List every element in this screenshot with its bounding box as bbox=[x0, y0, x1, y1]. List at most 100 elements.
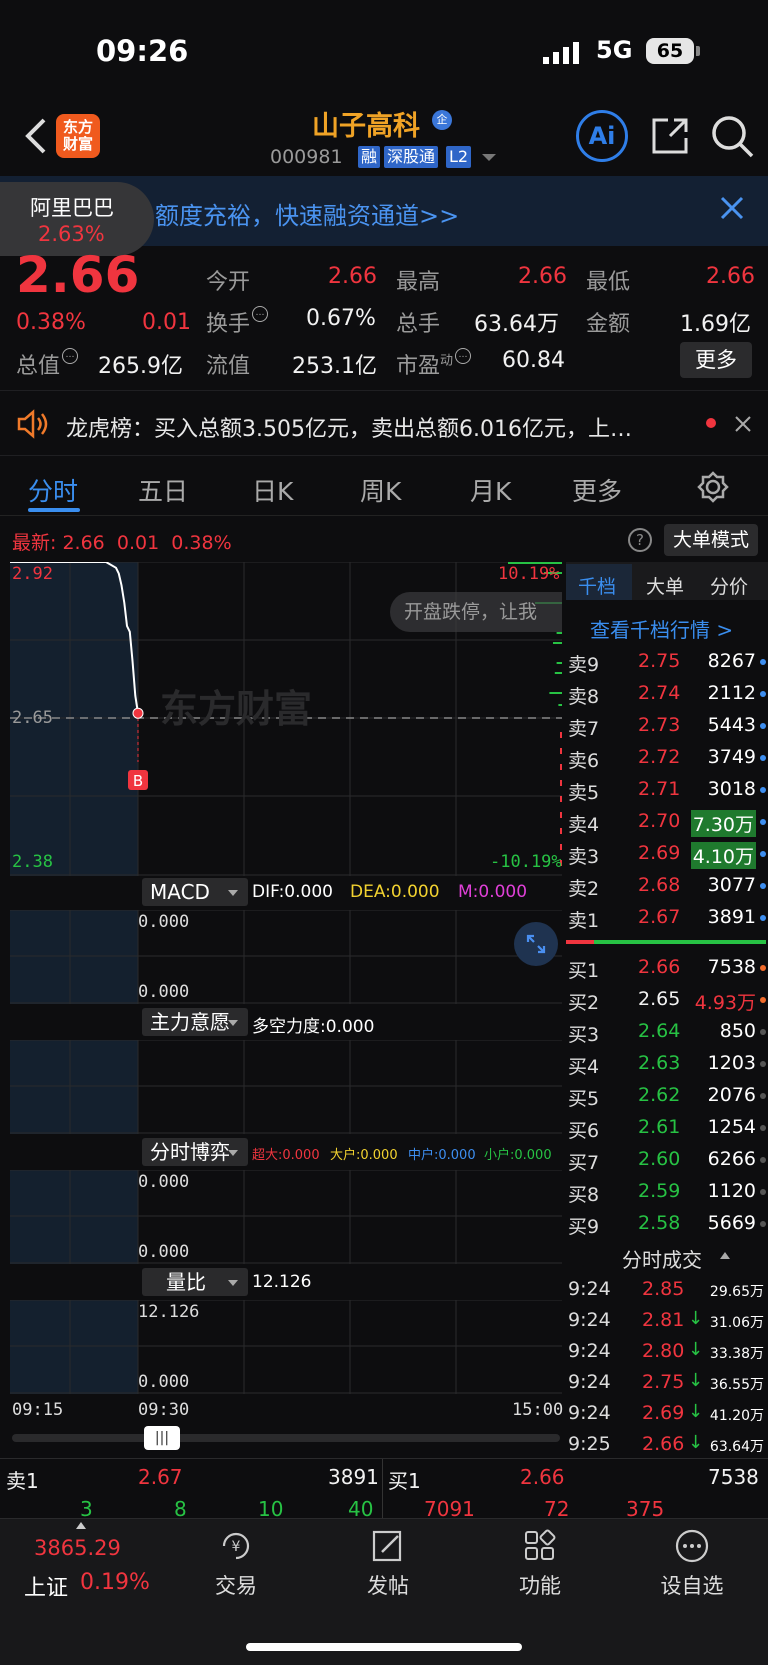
ask-row[interactable]: 卖7 2.73 5443 bbox=[566, 710, 768, 742]
trade-row: 9:24 2.81 ↓ 31.06万 bbox=[566, 1305, 768, 1336]
trades-title[interactable]: 分时成交 bbox=[622, 1244, 702, 1273]
scrollbar-handle[interactable]: ||| bbox=[144, 1426, 180, 1450]
bid-label: 买8 bbox=[568, 1184, 600, 1206]
trade-row: 9:24 2.75 ↓ 36.55万 bbox=[566, 1367, 768, 1398]
bid-row[interactable]: 买4 2.63 1203 bbox=[566, 1048, 768, 1080]
trade-volume: 36.55万 bbox=[709, 1377, 764, 1393]
depth-link[interactable]: 查看千档行情 > bbox=[590, 614, 733, 643]
dock-trade[interactable]: 交易 bbox=[186, 1570, 286, 1600]
dock-post[interactable]: 发帖 bbox=[338, 1570, 438, 1600]
chevron-up-icon[interactable] bbox=[76, 1522, 86, 1529]
game-selector[interactable]: 分时博弈 bbox=[142, 1138, 248, 1166]
chevron-up-icon[interactable] bbox=[720, 1252, 730, 1259]
depth-bar bbox=[560, 828, 562, 834]
ask-row[interactable]: 卖8 2.74 2112 bbox=[566, 678, 768, 710]
turnover-value: 0.67% bbox=[306, 306, 376, 331]
search-icon[interactable] bbox=[710, 114, 754, 158]
expand-button[interactable] bbox=[514, 922, 558, 966]
more-button[interactable]: 更多 bbox=[680, 342, 752, 378]
dock-watchlist[interactable]: 设自选 bbox=[642, 1570, 742, 1600]
chevron-down-icon bbox=[228, 890, 238, 896]
tab-intraday[interactable]: 分时 bbox=[28, 472, 78, 508]
info-icon[interactable]: … bbox=[252, 306, 269, 322]
bid-row[interactable]: 买9 2.58 5669 bbox=[566, 1208, 768, 1240]
macd-dif: DIF:0.000 bbox=[252, 882, 333, 902]
close-icon[interactable] bbox=[718, 194, 746, 222]
dock-functions[interactable]: 功能 bbox=[490, 1570, 590, 1600]
bid-price: 2.65 bbox=[638, 988, 681, 1010]
ask-volume: 3018 bbox=[707, 778, 756, 800]
ask-row[interactable]: 卖6 2.72 3749 bbox=[566, 742, 768, 774]
bid-row[interactable]: 买7 2.60 6266 bbox=[566, 1144, 768, 1176]
back-icon[interactable] bbox=[22, 116, 52, 156]
tab-price-dist[interactable]: 分价 bbox=[710, 572, 748, 599]
last-price-dot bbox=[132, 707, 144, 719]
macd-selector[interactable]: MACD bbox=[142, 878, 248, 906]
bid-label: 买9 bbox=[568, 1216, 600, 1238]
bid-label: 买6 bbox=[568, 1120, 600, 1142]
amount-value: 1.69亿 bbox=[680, 312, 751, 337]
tab-daily-k[interactable]: 日K bbox=[252, 472, 293, 508]
bid-row[interactable]: 买1 2.66 7538 bbox=[566, 952, 768, 984]
index-value[interactable]: 3865.29 bbox=[34, 1536, 121, 1560]
ask1-price: 2.67 bbox=[138, 1465, 183, 1489]
tab-depth[interactable]: 千档 bbox=[578, 572, 616, 599]
ask-row[interactable]: 卖4 2.70 7.30万 bbox=[566, 806, 768, 838]
pct-bot-label: -10.19% bbox=[490, 852, 562, 872]
tab-more[interactable]: 更多 bbox=[572, 472, 622, 508]
ask-volume: 5443 bbox=[707, 714, 756, 736]
pct-top-label: 10.19% bbox=[498, 564, 560, 584]
tab-five-day[interactable]: 五日 bbox=[138, 472, 188, 508]
ratio-panel bbox=[10, 1300, 562, 1394]
latest-chg: 0.01 bbox=[116, 532, 160, 554]
toast-tip[interactable]: 开盘跌停，让我 bbox=[390, 592, 562, 632]
big-order-mode-button[interactable]: 大单模式 bbox=[664, 524, 758, 556]
game-name: 分时博弈 bbox=[150, 1140, 230, 1164]
ask-row[interactable]: 卖5 2.71 3018 bbox=[566, 774, 768, 806]
share-icon[interactable] bbox=[650, 116, 690, 156]
time-label-close: 15:00 bbox=[512, 1400, 564, 1420]
ask-row[interactable]: 卖2 2.68 3077 bbox=[566, 870, 768, 902]
ask-volume: 4.10万 bbox=[690, 842, 756, 869]
ask-row[interactable]: 卖3 2.69 4.10万 bbox=[566, 838, 768, 870]
trade-row: 9:24 2.80 ↓ 33.38万 bbox=[566, 1336, 768, 1367]
clock: 09:26 bbox=[96, 34, 189, 68]
ask-row[interactable]: 卖9 2.75 8267 bbox=[566, 646, 768, 678]
intent-selector[interactable]: 主力意愿 bbox=[142, 1008, 248, 1036]
gear-icon[interactable] bbox=[696, 470, 730, 504]
help-icon[interactable]: ? bbox=[628, 528, 652, 552]
chevron-down-icon[interactable] bbox=[482, 154, 496, 161]
bid-row[interactable]: 买6 2.61 1254 bbox=[566, 1112, 768, 1144]
order-dot bbox=[760, 1221, 766, 1227]
bid-row[interactable]: 买3 2.64 850 bbox=[566, 1016, 768, 1048]
related-stock-chip[interactable]: 阿里巴巴 2.63% bbox=[0, 182, 154, 256]
depth-bar bbox=[560, 796, 562, 802]
banner-text[interactable]: 额度充裕，快速融资通道>> bbox=[155, 196, 459, 231]
volume-value: 63.64万 bbox=[474, 312, 559, 337]
mcap-value: 265.9亿 bbox=[98, 354, 183, 379]
ask-row[interactable]: 卖1 2.67 3891 bbox=[566, 902, 768, 934]
ai-button[interactable]: Ai bbox=[576, 110, 628, 162]
index-pct[interactable]: 0.19% bbox=[80, 1570, 150, 1595]
ask-price: 2.69 bbox=[638, 842, 681, 864]
trade-row: 9:24 2.85 29.65万 bbox=[566, 1274, 768, 1305]
bid-row[interactable]: 买5 2.62 2076 bbox=[566, 1080, 768, 1112]
info-icon[interactable]: … bbox=[455, 348, 472, 364]
news-ticker[interactable]: 龙虎榜：买入总额3.505亿元，卖出总额6.016亿元，上… bbox=[0, 390, 768, 456]
info-icon[interactable]: … bbox=[62, 348, 79, 364]
trade-volume: 41.20万 bbox=[709, 1408, 764, 1424]
news-text[interactable]: 龙虎榜：买入总额3.505亿元，卖出总额6.016亿元，上… bbox=[66, 411, 686, 443]
tab-weekly-k[interactable]: 周K bbox=[360, 472, 401, 508]
bid1-price: 2.66 bbox=[520, 1465, 565, 1489]
scrollbar-track[interactable] bbox=[12, 1434, 560, 1442]
tab-monthly-k[interactable]: 月K bbox=[470, 472, 511, 508]
index-name[interactable]: 上证 bbox=[24, 1570, 68, 1602]
bid-row[interactable]: 买2 2.65 4.93万 bbox=[566, 984, 768, 1016]
turnover-label: 换手… bbox=[206, 306, 269, 338]
ratio-selector[interactable]: 量比 bbox=[142, 1268, 248, 1296]
tab-big-order[interactable]: 大单 bbox=[646, 572, 684, 599]
bid-row[interactable]: 买8 2.59 1120 bbox=[566, 1176, 768, 1208]
bid-label: 买7 bbox=[568, 1152, 600, 1174]
close-icon[interactable] bbox=[734, 415, 752, 433]
time-label-open: 09:30 bbox=[138, 1400, 190, 1420]
